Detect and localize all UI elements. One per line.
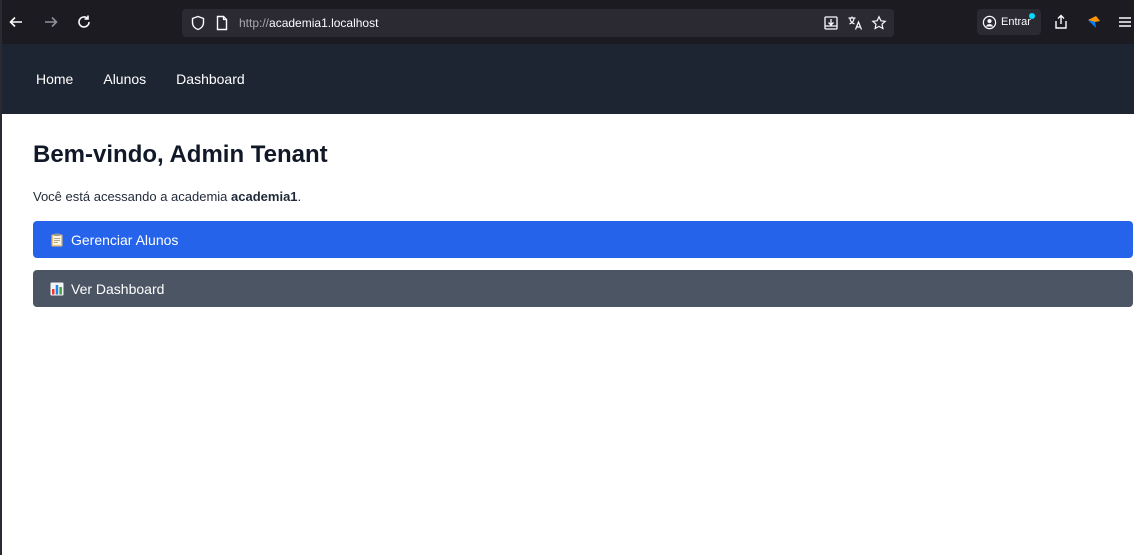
welcome-suffix: . [297, 189, 302, 204]
browser-window: http://academia1.localhost Entrar Home A… [0, 0, 1134, 555]
app-navbar: Home Alunos Dashboard [2, 44, 1134, 114]
star-icon[interactable] [870, 14, 888, 32]
hamburger-menu-icon[interactable] [1116, 10, 1134, 34]
academy-name: academia1 [231, 189, 298, 204]
view-dashboard-label: Ver Dashboard [71, 280, 165, 297]
manage-students-button[interactable]: Gerenciar Alunos [33, 221, 1133, 258]
clipboard-icon [51, 233, 63, 246]
reload-icon[interactable] [72, 10, 96, 34]
nav-link-dashboard[interactable]: Dashboard [176, 71, 245, 87]
account-button[interactable]: Entrar [977, 9, 1041, 35]
main-content: Bem-vindo, Admin Tenant Você está acessa… [33, 140, 1133, 307]
notification-dot [1029, 13, 1035, 19]
welcome-text: Você está acessando a academia academia1… [33, 188, 1133, 206]
nav-link-alunos[interactable]: Alunos [103, 71, 146, 87]
manage-students-label: Gerenciar Alunos [71, 231, 179, 248]
nav-link-home[interactable]: Home [36, 71, 73, 87]
back-arrow-icon[interactable] [4, 10, 28, 34]
url-text[interactable]: http://academia1.localhost [239, 16, 378, 30]
share-icon[interactable] [1049, 10, 1073, 34]
account-label: Entrar [1001, 16, 1031, 28]
account-icon [982, 15, 997, 29]
view-dashboard-button[interactable]: Ver Dashboard [33, 270, 1133, 307]
shield-icon[interactable] [190, 15, 206, 31]
bar-chart-icon [50, 282, 64, 295]
browser-toolbar: http://academia1.localhost Entrar [2, 0, 1134, 44]
save-icon[interactable] [822, 14, 840, 32]
page-icon[interactable] [214, 15, 230, 31]
extension-icon[interactable] [1082, 10, 1106, 34]
page-title: Bem-vindo, Admin Tenant [33, 141, 328, 168]
forward-arrow-icon[interactable] [39, 10, 63, 34]
url-host: academia1.localhost [269, 16, 379, 30]
url-bar[interactable]: http://academia1.localhost [182, 9, 894, 37]
translate-icon[interactable] [846, 14, 864, 32]
welcome-prefix: Você está acessando a academia [33, 189, 232, 204]
url-scheme: http:// [239, 16, 270, 30]
